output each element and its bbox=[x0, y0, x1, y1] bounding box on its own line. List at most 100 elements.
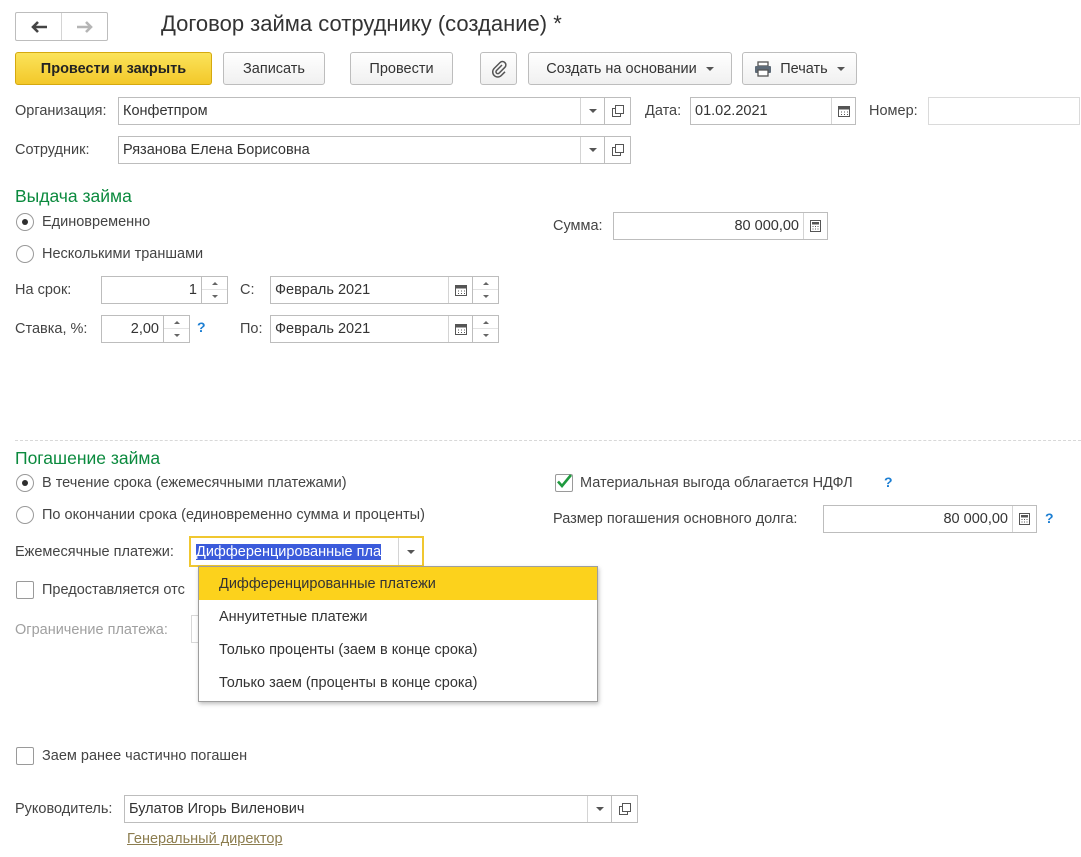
print-label: Печать bbox=[780, 60, 828, 77]
organization-dropdown-button[interactable] bbox=[580, 98, 604, 124]
sum-label: Сумма: bbox=[553, 218, 603, 234]
spin-up-button[interactable] bbox=[473, 316, 498, 329]
employee-label: Сотрудник: bbox=[15, 142, 90, 158]
monthly-payments-dropdown-button[interactable] bbox=[398, 538, 422, 565]
rate-value: 2,00 bbox=[130, 321, 159, 337]
to-period-field[interactable]: Февраль 2021 bbox=[270, 315, 473, 343]
manager-field[interactable]: Булатов Игорь Виленович bbox=[124, 795, 612, 823]
date-label: Дата: bbox=[645, 103, 682, 119]
manager-value: Булатов Игорь Виленович bbox=[129, 801, 305, 817]
date-value: 01.02.2021 bbox=[695, 103, 768, 119]
rate-help-icon[interactable]: ? bbox=[197, 319, 206, 335]
organization-field[interactable]: Конфетпром bbox=[118, 97, 605, 125]
dropdown-option-differentiated[interactable]: Дифференцированные платежи bbox=[199, 567, 597, 600]
from-period-value: Февраль 2021 bbox=[275, 282, 371, 298]
term-field[interactable]: 1 bbox=[101, 276, 202, 304]
principal-calculator-button[interactable] bbox=[1012, 506, 1036, 532]
issue-tranches-label: Несколькими траншами bbox=[42, 246, 204, 262]
print-button[interactable]: Печать bbox=[742, 52, 857, 85]
partial-repaid-checkbox[interactable] bbox=[16, 747, 34, 765]
create-based-on-label: Создать на основании bbox=[546, 60, 697, 77]
triangle-up-icon bbox=[211, 281, 218, 285]
open-form-icon bbox=[618, 803, 631, 815]
arrow-left-icon bbox=[30, 20, 47, 33]
back-button[interactable] bbox=[16, 13, 61, 40]
principal-label: Размер погашения основного долга: bbox=[553, 511, 798, 527]
repayment-section-heading: Погашение займа bbox=[15, 448, 161, 468]
from-calendar-button[interactable] bbox=[448, 277, 472, 303]
spin-up-button[interactable] bbox=[473, 277, 498, 290]
monthly-payments-select[interactable]: Дифференцированные пла bbox=[189, 536, 424, 567]
to-calendar-button[interactable] bbox=[448, 316, 472, 342]
spin-down-button[interactable] bbox=[473, 290, 498, 303]
to-period-spinner[interactable] bbox=[473, 315, 499, 343]
manager-dropdown-button[interactable] bbox=[587, 796, 611, 822]
save-button[interactable]: Записать bbox=[223, 52, 325, 85]
triangle-down-icon bbox=[482, 295, 489, 298]
employee-dropdown-button[interactable] bbox=[580, 137, 604, 163]
from-label: С: bbox=[240, 282, 255, 298]
forward-button[interactable] bbox=[61, 13, 107, 40]
dropdown-option-annuity[interactable]: Аннуитетные платежи bbox=[199, 600, 597, 633]
triangle-up-icon bbox=[482, 320, 489, 324]
manager-open-button[interactable] bbox=[612, 795, 638, 823]
save-label: Записать bbox=[243, 60, 305, 77]
post-and-close-label: Провести и закрыть bbox=[40, 60, 187, 77]
date-field[interactable]: 01.02.2021 bbox=[690, 97, 856, 125]
rate-label: Ставка, %: bbox=[15, 321, 88, 337]
to-period-value: Февраль 2021 bbox=[275, 321, 371, 337]
from-period-spinner[interactable] bbox=[473, 276, 499, 304]
ndfl-help-icon[interactable]: ? bbox=[884, 474, 893, 490]
triangle-up-icon bbox=[482, 281, 489, 285]
monthly-payments-dropdown-list: Дифференцированные платежи Аннуитетные п… bbox=[198, 566, 598, 702]
ndfl-label: Материальная выгода облагается НДФЛ bbox=[580, 475, 853, 491]
payment-limit-label: Ограничение платежа: bbox=[15, 622, 168, 638]
history-navigation bbox=[15, 12, 108, 41]
repay-monthly-radio[interactable] bbox=[16, 474, 34, 492]
calculator-icon bbox=[1019, 513, 1030, 525]
issue-tranches-radio[interactable] bbox=[16, 245, 34, 263]
spin-down-button[interactable] bbox=[164, 329, 189, 342]
post-and-close-button[interactable]: Провести и закрыть bbox=[15, 52, 212, 85]
post-button[interactable]: Провести bbox=[350, 52, 453, 85]
employee-field[interactable]: Рязанова Елена Борисовна bbox=[118, 136, 605, 164]
term-spinner[interactable] bbox=[202, 276, 228, 304]
dropdown-option-principal-only[interactable]: Только заем (проценты в конце срока) bbox=[199, 666, 597, 699]
date-calendar-button[interactable] bbox=[831, 98, 855, 124]
employee-open-button[interactable] bbox=[605, 136, 631, 164]
principal-help-icon[interactable]: ? bbox=[1045, 510, 1054, 526]
attach-button[interactable] bbox=[480, 52, 517, 85]
principal-value: 80 000,00 bbox=[943, 511, 1008, 527]
monthly-payments-text-wrap: Дифференцированные пла bbox=[191, 543, 398, 560]
rate-spinner[interactable] bbox=[164, 315, 190, 343]
from-period-field[interactable]: Февраль 2021 bbox=[270, 276, 473, 304]
employee-value: Рязанова Елена Борисовна bbox=[123, 142, 310, 158]
spin-down-button[interactable] bbox=[202, 290, 227, 303]
manager-position-link[interactable]: Генеральный директор bbox=[127, 831, 283, 847]
organization-open-button[interactable] bbox=[605, 97, 631, 125]
ndfl-checkbox[interactable] bbox=[555, 474, 573, 492]
sum-value: 80 000,00 bbox=[734, 218, 799, 234]
issue-once-radio[interactable] bbox=[16, 213, 34, 231]
create-based-on-button[interactable]: Создать на основании bbox=[528, 52, 732, 85]
spin-up-button[interactable] bbox=[164, 316, 189, 329]
triangle-up-icon bbox=[173, 320, 180, 324]
organization-label: Организация: bbox=[15, 103, 107, 119]
sum-field[interactable]: 80 000,00 bbox=[613, 212, 828, 240]
sum-calculator-button[interactable] bbox=[803, 213, 827, 239]
dropdown-option-interest-only[interactable]: Только проценты (заем в конце срока) bbox=[199, 633, 597, 666]
page-title: Договор займа сотруднику (создание) * bbox=[161, 11, 562, 36]
deferral-checkbox[interactable] bbox=[16, 581, 34, 599]
spin-down-button[interactable] bbox=[473, 329, 498, 342]
principal-field[interactable]: 80 000,00 bbox=[823, 505, 1037, 533]
number-field[interactable] bbox=[928, 97, 1080, 125]
section-divider bbox=[15, 440, 1081, 441]
repay-monthly-label: В течение срока (ежемесячными платежами) bbox=[42, 475, 347, 491]
rate-field[interactable]: 2,00 bbox=[101, 315, 164, 343]
spin-up-button[interactable] bbox=[202, 277, 227, 290]
repay-end-radio[interactable] bbox=[16, 506, 34, 524]
triangle-down-icon bbox=[173, 334, 180, 337]
chevron-down-icon bbox=[588, 109, 597, 113]
calendar-icon bbox=[454, 285, 467, 296]
checkmark-icon bbox=[557, 474, 573, 489]
